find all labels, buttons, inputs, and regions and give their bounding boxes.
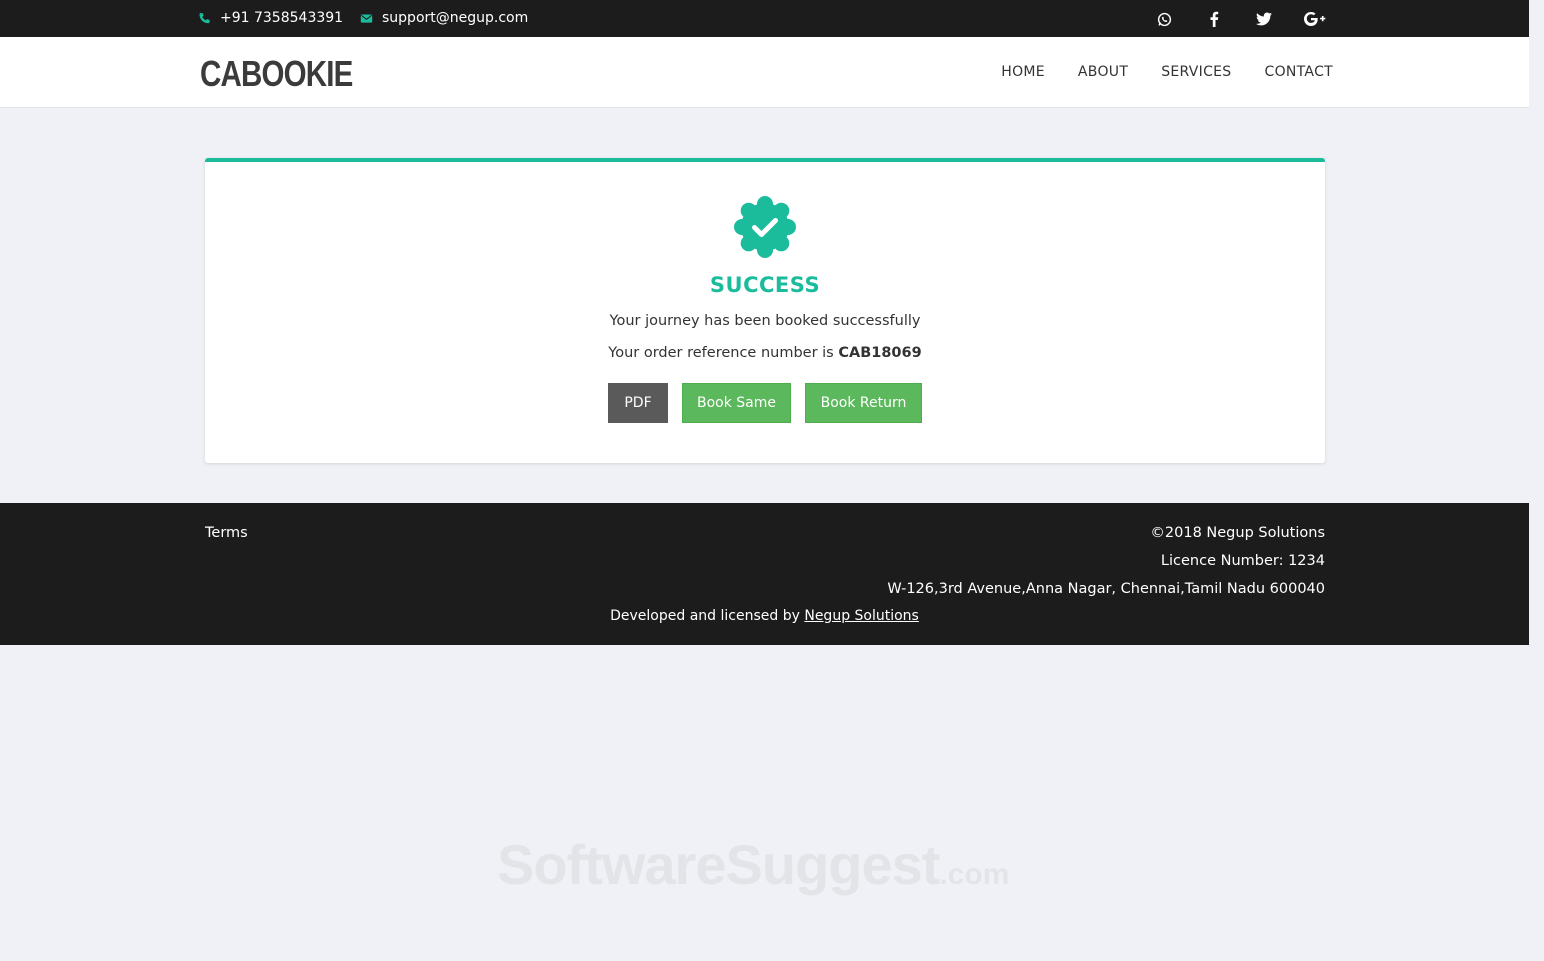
page: +91 7358543391 support@negup.com CABOOKI… xyxy=(0,0,1529,645)
copyright-text: ©2018 Negup Solutions xyxy=(1150,525,1325,541)
nav-contact[interactable]: CONTACT xyxy=(1265,64,1334,80)
watermark-main: SoftwareSuggest xyxy=(497,833,940,896)
reference-label: Your order reference number is xyxy=(608,345,834,361)
main-navbar: CABOOKIE HOME ABOUT SERVICES CONTACT xyxy=(0,37,1529,108)
watermark-suffix: .com xyxy=(939,858,1010,891)
google-plus-icon[interactable] xyxy=(1303,9,1327,29)
success-title: SUCCESS xyxy=(709,273,821,297)
developer-credit: Developed and licensed by Negup Solution… xyxy=(0,608,1529,624)
address-text: W-126,3rd Avenue,Anna Nagar, Chennai,Tam… xyxy=(887,581,1325,597)
book-same-button[interactable]: Book Same xyxy=(682,383,791,423)
licence-number: Licence Number: 1234 xyxy=(1160,553,1325,569)
nav-services[interactable]: SERVICES xyxy=(1161,64,1231,80)
nav-links: HOME ABOUT SERVICES CONTACT xyxy=(968,64,1333,80)
booking-message: Your journey has been booked successfull… xyxy=(609,313,921,329)
book-return-button[interactable]: Book Return xyxy=(805,383,922,423)
top-bar: +91 7358543391 support@negup.com xyxy=(0,0,1529,37)
watermark: SoftwareSuggest.com xyxy=(497,832,1009,897)
reference-line: Your order reference number is CAB18069 xyxy=(205,345,1325,361)
email-contact[interactable]: support@negup.com xyxy=(360,10,528,26)
success-card: SUCCESS Your journey has been booked suc… xyxy=(205,158,1325,463)
terms-link[interactable]: Terms xyxy=(205,525,248,541)
email-address: support@negup.com xyxy=(382,10,529,26)
phone-number: +91 7358543391 xyxy=(220,10,344,26)
twitter-icon[interactable] xyxy=(1254,9,1274,29)
footer: Terms ©2018 Negup Solutions Licence Numb… xyxy=(0,503,1529,645)
site-logo[interactable]: CABOOKIE xyxy=(200,53,353,95)
nav-about[interactable]: ABOUT xyxy=(1078,64,1128,80)
facebook-icon[interactable] xyxy=(1204,9,1224,29)
whatsapp-icon[interactable] xyxy=(1154,9,1174,29)
check-badge-icon xyxy=(733,195,797,259)
phone-contact[interactable]: +91 7358543391 xyxy=(198,10,343,26)
pdf-button[interactable]: PDF xyxy=(608,383,668,423)
developer-credit-label: Developed and licensed by xyxy=(610,608,800,624)
developer-link[interactable]: Negup Solutions xyxy=(804,608,919,624)
reference-number: CAB18069 xyxy=(838,345,922,361)
envelope-icon xyxy=(360,12,373,25)
action-buttons: PDF Book Same Book Return xyxy=(205,383,1325,423)
nav-home[interactable]: HOME xyxy=(1001,64,1045,80)
phone-icon xyxy=(198,12,211,25)
